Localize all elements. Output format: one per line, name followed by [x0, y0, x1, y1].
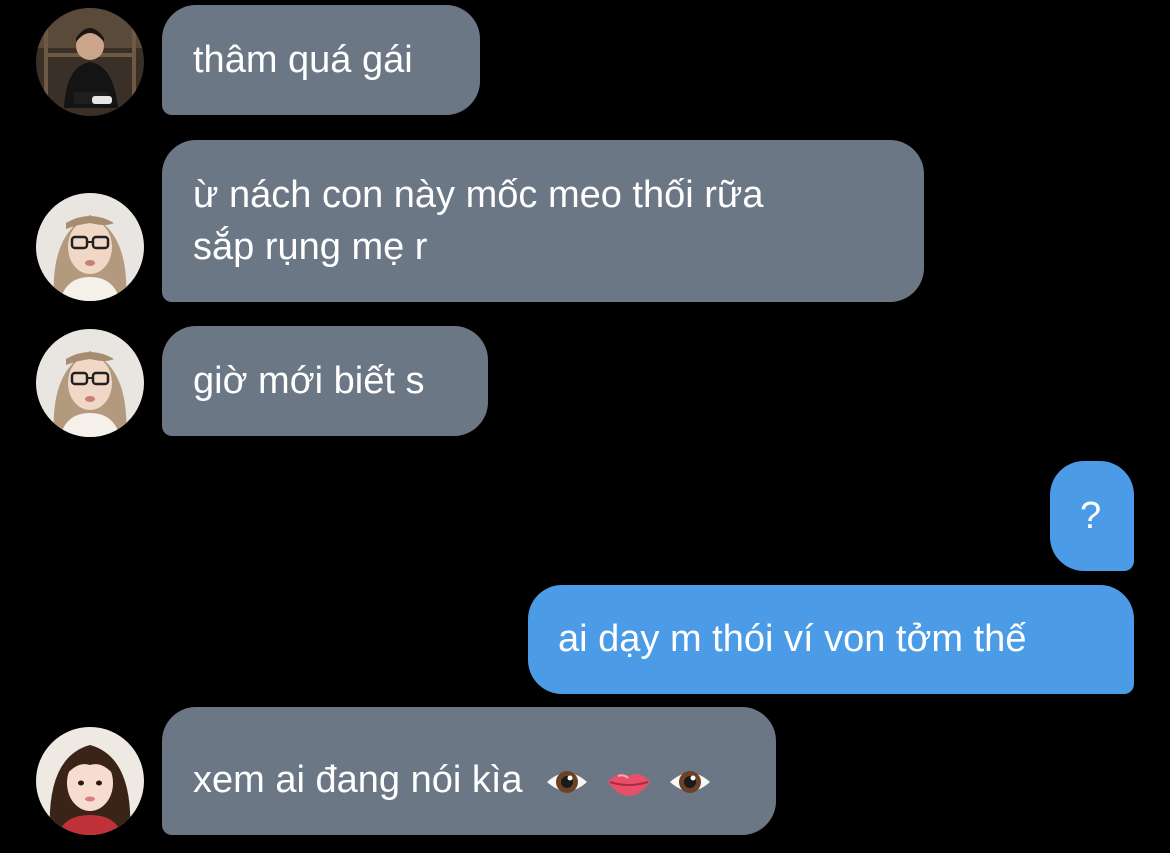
message-text: xem ai đang nói kìa: [193, 759, 523, 801]
message-bubble-incoming[interactable]: ừ nách con này mốc meo thối rữa sắp rụng…: [162, 140, 924, 302]
message-text: thâm quá gái: [193, 39, 413, 81]
avatar[interactable]: [36, 727, 144, 835]
avatar[interactable]: [36, 193, 144, 301]
eye-emoji-icon: [668, 762, 712, 802]
message-text-line: sắp rụng mẹ r: [193, 226, 428, 268]
message-text: ai dạy m thói ví von tởm thế: [558, 618, 1027, 660]
message-bubble-incoming[interactable]: xem ai đang nói kìa: [162, 707, 776, 835]
avatar[interactable]: [36, 8, 144, 116]
message-text-line: ừ nách con này mốc meo thối rữa: [193, 174, 764, 216]
contact-avatar-1-icon: [36, 8, 144, 116]
message-text: ?: [1080, 495, 1102, 537]
message-bubble-incoming[interactable]: giờ mới biết s: [162, 326, 488, 436]
contact-avatar-2-icon: [36, 193, 144, 301]
message-bubble-outgoing[interactable]: ai dạy m thói ví von tởm thế: [528, 585, 1134, 694]
eye-emoji-icon: [545, 762, 589, 802]
message-text: giờ mới biết s: [193, 360, 425, 402]
avatar[interactable]: [36, 329, 144, 437]
contact-avatar-3-icon: [36, 727, 144, 835]
message-bubble-outgoing[interactable]: ?: [1050, 461, 1134, 571]
lips-emoji-icon: [606, 762, 652, 802]
contact-avatar-2-icon: [36, 329, 144, 437]
message-bubble-incoming[interactable]: thâm quá gái: [162, 5, 480, 115]
